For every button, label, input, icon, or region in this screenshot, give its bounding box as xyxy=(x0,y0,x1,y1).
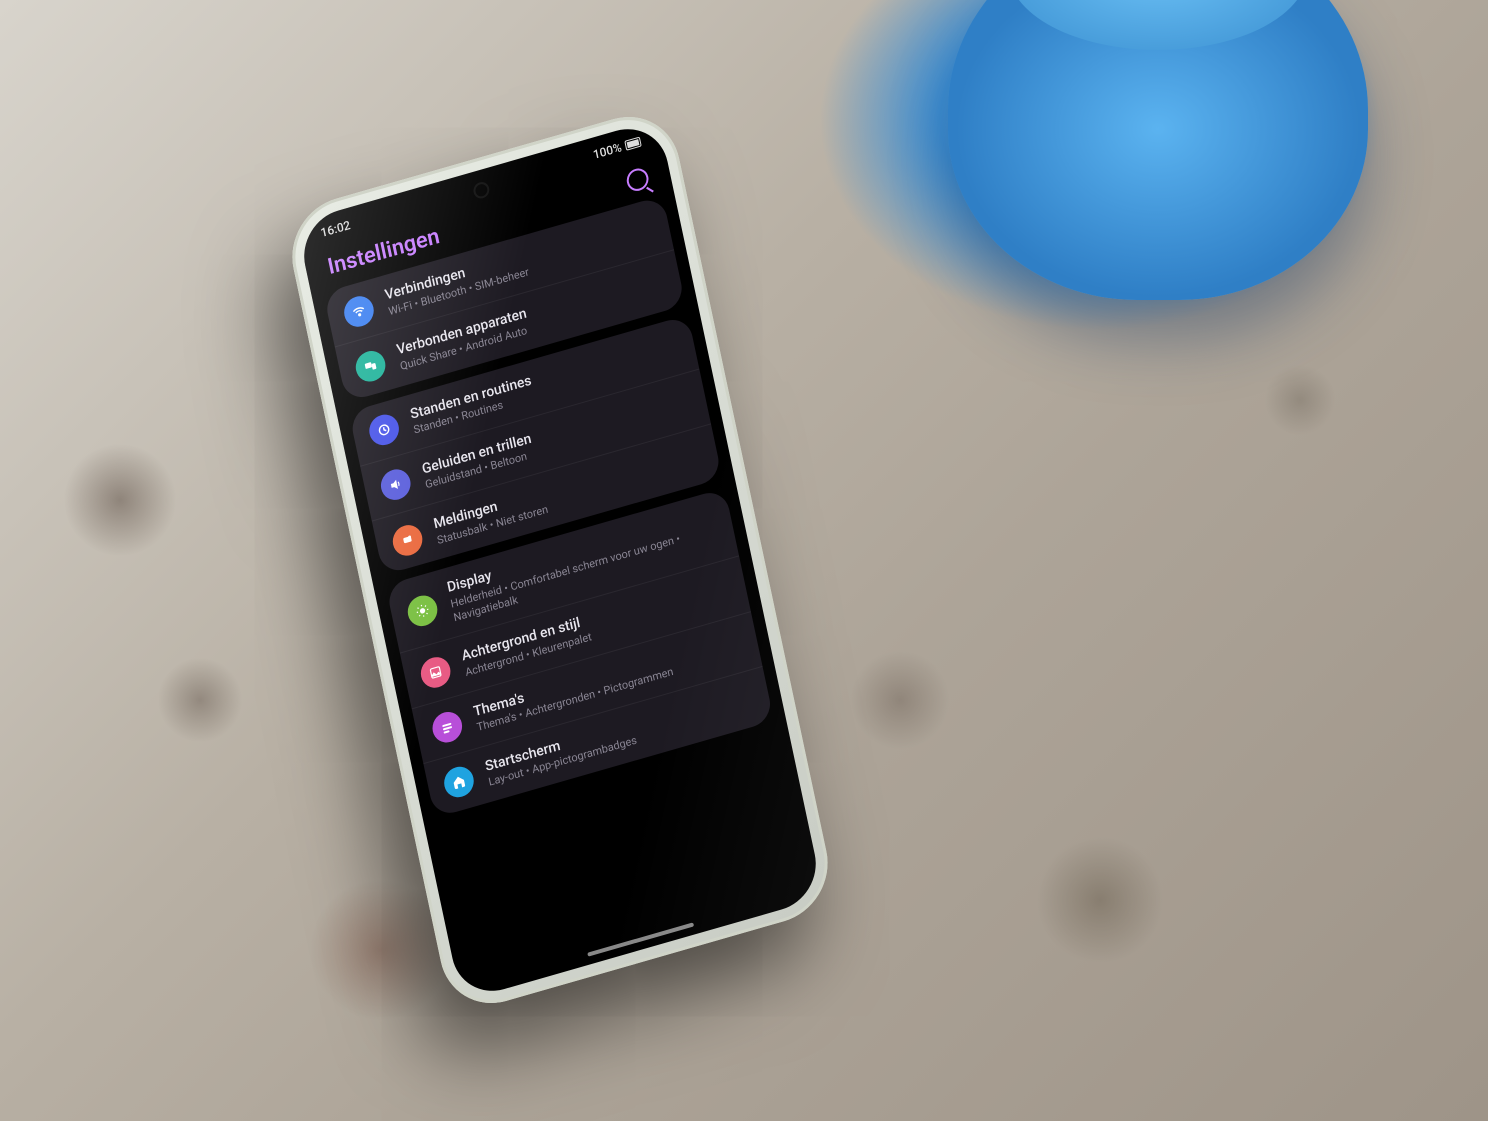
notification-icon xyxy=(390,521,425,559)
routines-icon xyxy=(367,411,402,449)
battery-icon xyxy=(624,137,641,151)
home-icon xyxy=(441,764,476,802)
phone-screen: 16:02 100% Instellingen xyxy=(296,119,824,1001)
wallpaper-icon xyxy=(418,654,453,692)
photo-scene: 16:02 100% Instellingen xyxy=(0,0,1488,1121)
phone-frame: 16:02 100% Instellingen xyxy=(282,104,838,1017)
wifi-icon xyxy=(341,292,376,330)
sound-icon xyxy=(378,466,413,504)
gesture-nav-pill[interactable] xyxy=(587,922,694,956)
search-icon[interactable] xyxy=(625,165,651,193)
themes-icon xyxy=(430,709,465,747)
settings-list[interactable]: Verbindingen Wi-Fi • Bluetooth • SIM-beh… xyxy=(312,192,790,841)
display-icon xyxy=(405,592,440,630)
blue-object xyxy=(948,0,1368,300)
devices-icon xyxy=(353,347,388,385)
